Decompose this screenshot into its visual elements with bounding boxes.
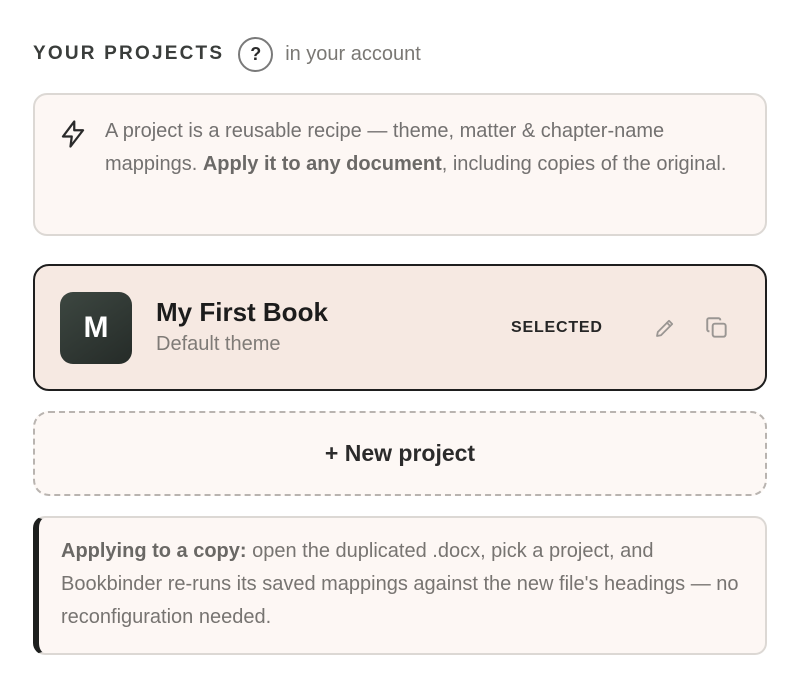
section-subtitle: in your account xyxy=(285,42,421,65)
edit-button[interactable] xyxy=(650,313,680,343)
info-text-emphasis: Apply it to any document xyxy=(202,153,442,175)
copy-note: Applying to a copy: open the duplicated … xyxy=(33,516,767,655)
pencil-icon xyxy=(656,319,674,337)
info-text-end: , including copies of the original. xyxy=(441,153,727,175)
info-text: A project is a reusable recipe — theme, … xyxy=(105,115,745,181)
note-label: Applying to a copy: xyxy=(61,540,247,562)
project-theme: Default theme xyxy=(156,333,281,355)
project-name: My First Book xyxy=(156,297,328,327)
projects-panel: YOUR PROJECTS ? in your account A projec… xyxy=(33,36,767,655)
new-project-button[interactable]: + New project xyxy=(33,411,767,496)
help-button[interactable]: ? xyxy=(238,36,274,72)
lightning-bolt-icon xyxy=(61,120,85,148)
project-card[interactable]: M My First Book Default theme SELECTED xyxy=(33,264,767,391)
status-badge: SELECTED xyxy=(511,319,603,336)
avatar: M xyxy=(60,292,132,364)
copy-icon xyxy=(706,317,727,338)
note-text: Applying to a copy: open the duplicated … xyxy=(61,535,751,634)
info-callout: A project is a reusable recipe — theme, … xyxy=(33,93,767,236)
section-header: YOUR PROJECTS ? in your account xyxy=(33,36,767,72)
section-title: YOUR PROJECTS xyxy=(33,43,225,64)
duplicate-button[interactable] xyxy=(702,313,732,343)
